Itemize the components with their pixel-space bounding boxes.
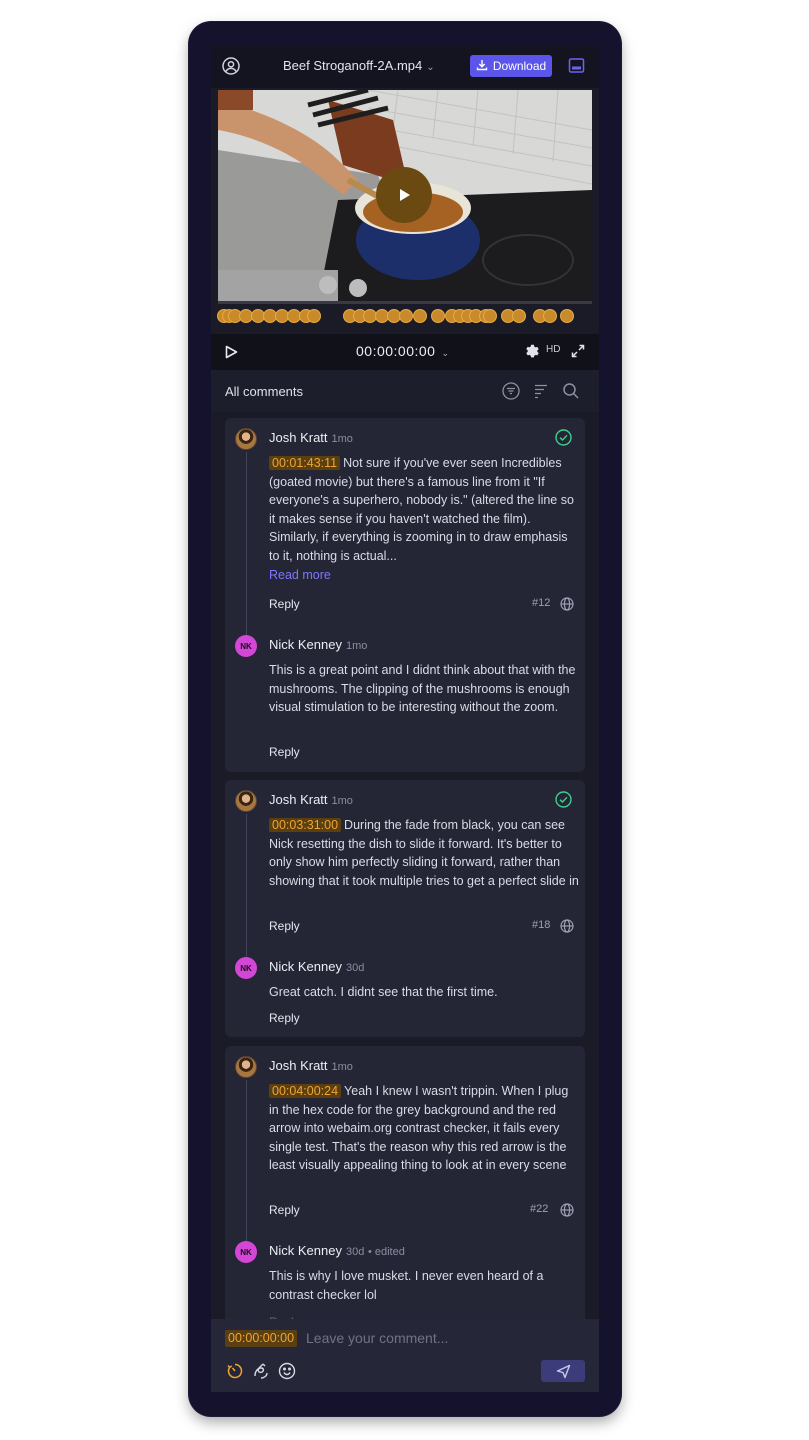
thread-line xyxy=(246,1080,247,1242)
progress-track[interactable] xyxy=(218,301,592,304)
reply-author: Nick Kenney 30d • edited xyxy=(269,1243,405,1258)
comment-body: 00:03:31:00 During the fade from black, y… xyxy=(269,816,579,890)
reply-button[interactable]: Reply xyxy=(269,745,300,759)
author-name: Josh Kratt xyxy=(269,430,328,445)
chevron-down-icon: ⌄ xyxy=(426,62,435,73)
author-name: Josh Kratt xyxy=(269,792,328,807)
reply-button[interactable]: Reply xyxy=(269,919,300,933)
avatar[interactable] xyxy=(235,428,257,450)
timer-icon[interactable] xyxy=(226,1362,244,1380)
edited-label: • edited xyxy=(367,1246,405,1258)
thread-line xyxy=(246,814,247,958)
comment-author: Josh Kratt 1mo xyxy=(269,792,353,807)
timestamp-badge[interactable]: 00:04:00:24 xyxy=(269,1084,342,1098)
play-icon[interactable] xyxy=(225,345,238,359)
composer-timestamp[interactable]: 00:00:00:00 xyxy=(225,1330,298,1347)
comment-number: #22 xyxy=(530,1203,549,1215)
reply-button[interactable]: Reply xyxy=(269,597,300,611)
reply-time: 30d xyxy=(345,1246,365,1258)
avatar[interactable]: NK xyxy=(235,1241,257,1263)
avatar[interactable]: NK xyxy=(235,635,257,657)
download-button[interactable]: Download xyxy=(470,55,552,77)
quality-label[interactable]: HD xyxy=(546,344,560,355)
filter-icon[interactable] xyxy=(502,382,520,400)
comment-body: 00:04:00:24 Yeah I knew I wasn't trippin.… xyxy=(269,1082,579,1175)
comment-number: #12 xyxy=(532,597,551,609)
send-icon xyxy=(556,1364,570,1378)
video-frame[interactable] xyxy=(218,90,592,302)
player-controls: 00:00:00:00 ⌄ HD xyxy=(211,334,599,370)
comment-author: Josh Kratt 1mo xyxy=(269,430,353,445)
comment-composer: 00:00:00:00 xyxy=(211,1319,599,1392)
reply-time: 30d xyxy=(345,962,365,974)
avatar[interactable]: NK xyxy=(235,957,257,979)
download-label: Download xyxy=(492,59,547,73)
comment-marker[interactable] xyxy=(307,309,321,323)
chevron-down-icon: ⌄ xyxy=(441,348,450,358)
panel-toggle-icon[interactable] xyxy=(568,57,585,74)
author-name: Nick Kenney xyxy=(269,1243,342,1258)
avatar[interactable] xyxy=(235,790,257,812)
resolved-check-icon[interactable] xyxy=(555,429,572,446)
search-icon[interactable] xyxy=(562,382,580,400)
comment-input[interactable] xyxy=(306,1328,576,1348)
reply-body: This is why I love musket. I never even … xyxy=(269,1269,544,1302)
comments-title: All comments xyxy=(225,384,304,399)
reply-time: 1mo xyxy=(345,640,368,652)
comment-marker[interactable] xyxy=(512,309,526,323)
avatar[interactable] xyxy=(235,1056,257,1078)
globe-icon[interactable] xyxy=(560,919,574,933)
comment-thread: Josh Kratt 1mo 00:01:43:11 Not sure if you… xyxy=(225,418,585,772)
file-selector[interactable]: Beef Stroganoff-2A.mp4 ⌄ xyxy=(283,58,435,73)
top-bar: Beef Stroganoff-2A.mp4 ⌄ Download xyxy=(211,46,599,88)
timestamp-badge[interactable]: 00:03:31:00 xyxy=(269,818,342,832)
reply-body: Great catch. I didnt see that the first … xyxy=(269,985,498,999)
comment-marker[interactable] xyxy=(413,309,427,323)
comment-author: Josh Kratt 1mo xyxy=(269,1058,353,1073)
comment-markers xyxy=(217,308,593,328)
comment-thread: Josh Kratt 1mo 00:03:31:00 During the fade… xyxy=(225,780,585,1037)
draw-icon[interactable] xyxy=(252,1362,270,1380)
app-panel: Beef Stroganoff-2A.mp4 ⌄ Download 00:00:… xyxy=(211,46,599,1392)
read-more-link[interactable]: Read more xyxy=(269,568,331,582)
comment-marker[interactable] xyxy=(399,309,413,323)
reply-button[interactable]: Reply xyxy=(269,1011,300,1025)
play-overlay-button[interactable] xyxy=(376,167,432,223)
comment-marker[interactable] xyxy=(560,309,574,323)
thread-line xyxy=(246,452,247,640)
comment-marker[interactable] xyxy=(543,309,557,323)
comment-time: 1mo xyxy=(331,433,353,445)
resolved-check-icon[interactable] xyxy=(555,791,572,808)
timecode-display: 00:00:00:00 xyxy=(356,343,436,359)
reply-body: This is a great point and I didnt think … xyxy=(269,663,576,714)
author-name: Nick Kenney xyxy=(269,637,342,652)
reply-author: Nick Kenney 30d xyxy=(269,959,364,974)
comment-time: 1mo xyxy=(331,795,353,807)
gear-icon[interactable] xyxy=(524,343,541,360)
globe-icon[interactable] xyxy=(560,1203,574,1217)
sort-icon[interactable] xyxy=(532,382,550,400)
file-title: Beef Stroganoff-2A.mp4 xyxy=(283,58,423,73)
author-name: Josh Kratt xyxy=(269,1058,328,1073)
fullscreen-icon[interactable] xyxy=(571,344,585,358)
comment-number: #18 xyxy=(532,919,551,931)
comment-marker[interactable] xyxy=(431,309,445,323)
download-icon xyxy=(476,59,488,74)
globe-icon[interactable] xyxy=(560,597,574,611)
timestamp-badge[interactable]: 00:01:43:11 xyxy=(269,456,341,470)
play-icon xyxy=(400,189,410,201)
comment-text: Not sure if you've ever seen Incredibles… xyxy=(269,456,574,563)
send-button[interactable] xyxy=(541,1360,585,1382)
comment-body: 00:01:43:11 Not sure if you've ever seen … xyxy=(269,454,579,565)
emoji-icon[interactable] xyxy=(278,1362,296,1380)
comment-marker[interactable] xyxy=(483,309,497,323)
timecode-selector[interactable]: 00:00:00:00 ⌄ xyxy=(356,343,450,359)
comment-thread: Josh Kratt 1mo 00:04:00:24 Yeah I knew I w… xyxy=(225,1046,585,1346)
reply-button[interactable]: Reply xyxy=(269,1203,300,1217)
comments-header: All comments xyxy=(211,370,599,412)
author-name: Nick Kenney xyxy=(269,959,342,974)
comment-time: 1mo xyxy=(331,1061,353,1073)
user-account-icon[interactable] xyxy=(222,57,240,75)
reply-author: Nick Kenney 1mo xyxy=(269,637,367,652)
